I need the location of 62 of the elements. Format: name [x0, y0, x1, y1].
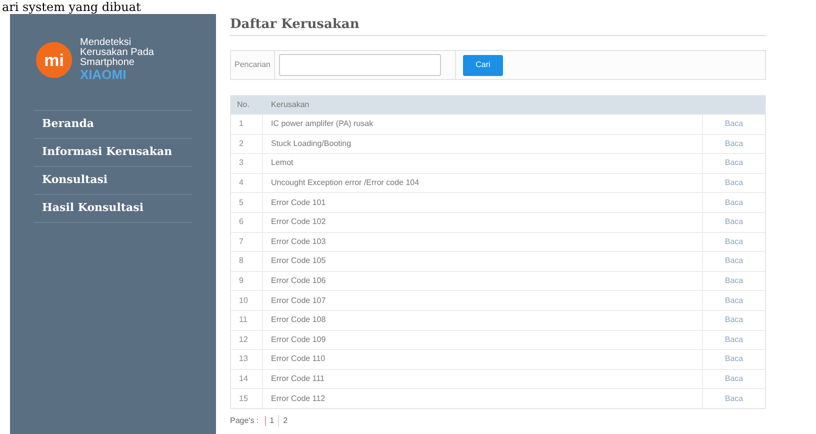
read-link[interactable]: Baca [724, 177, 744, 190]
table-cell: Lemot [263, 154, 703, 173]
table-cell: Error Code 103 [263, 232, 703, 252]
sidebar-item[interactable]: Informasi Kerusakan [34, 144, 172, 161]
sidebar-item[interactable]: Hasil Konsultasi [34, 200, 144, 217]
caption: ari system yang dibuat [2, 0, 141, 14]
table-cell: 4 [231, 174, 263, 192]
table-cell: Error Code 108 [263, 310, 703, 330]
page-title: Daftar Kerusakan [230, 16, 360, 34]
table-cell: Error Code 110 [263, 350, 703, 369]
table-cell: 7 [231, 232, 263, 252]
table-cell: 1 [231, 115, 263, 134]
table-cell: Uncought Exception error /Error code 104 [263, 174, 703, 192]
table-cell: Error Code 106 [263, 272, 703, 290]
table-cell: Error Code 105 [263, 252, 703, 271]
column-header: No. [236, 99, 250, 111]
read-link[interactable]: Baca [724, 275, 744, 288]
search-label: Pencarian [234, 59, 271, 71]
table-cell: 10 [231, 291, 263, 310]
column-header: Kerusakan [270, 99, 310, 111]
table-cell: 11 [231, 310, 263, 330]
read-link[interactable]: Baca [724, 294, 744, 307]
app-subtitle: Mendeteksi Kerusakan Pada Smartphone [80, 38, 155, 68]
table-cell: 8 [231, 252, 263, 271]
read-link[interactable]: Baca [724, 314, 744, 326]
table-cell: 2 [231, 134, 263, 154]
read-link[interactable]: Baca [724, 353, 744, 366]
read-link[interactable]: Baca [724, 334, 744, 346]
table-cell: IC power amplifer (PA) rusak [263, 115, 703, 134]
logo-text: mi [44, 52, 64, 68]
search-button[interactable]: Cari [463, 54, 503, 76]
table-cell: 14 [231, 370, 263, 388]
sidebar-item[interactable]: Konsultasi [34, 172, 108, 189]
table-cell: 15 [231, 389, 263, 408]
table-cell: 6 [231, 212, 263, 232]
page-link[interactable]: 2 [278, 414, 292, 427]
table-cell: Error Code 107 [263, 291, 703, 310]
read-link[interactable]: Baca [724, 216, 744, 228]
read-link[interactable]: Baca [724, 196, 744, 209]
page-link[interactable]: 1 [266, 414, 278, 427]
table-cell: 9 [231, 272, 263, 290]
table-cell: Error Code 111 [263, 370, 703, 388]
read-link[interactable]: Baca [724, 118, 744, 130]
read-link[interactable]: Baca [724, 138, 744, 150]
table-cell: 13 [231, 350, 263, 369]
table-cell: Error Code 109 [263, 330, 703, 350]
table-cell: Error Code 101 [263, 193, 703, 212]
table-cell: 3 [231, 154, 263, 173]
app-brand: XIAOMI [80, 68, 126, 82]
read-link[interactable]: Baca [724, 373, 744, 386]
table-cell: Stuck Loading/Booting [263, 134, 703, 154]
search-field[interactable] [279, 54, 441, 76]
read-link[interactable]: Baca [724, 255, 744, 268]
pagination-label: Page's : [230, 414, 259, 427]
table-cell: Error Code 112 [263, 389, 703, 408]
read-link[interactable]: Baca [724, 157, 744, 170]
read-link[interactable]: Baca [724, 236, 744, 248]
read-link[interactable]: Baca [724, 392, 744, 405]
sidebar-item[interactable]: Beranda [34, 116, 94, 133]
table-cell: 12 [231, 330, 263, 350]
table-cell: Error Code 102 [263, 212, 703, 232]
table-cell: 5 [231, 193, 263, 212]
